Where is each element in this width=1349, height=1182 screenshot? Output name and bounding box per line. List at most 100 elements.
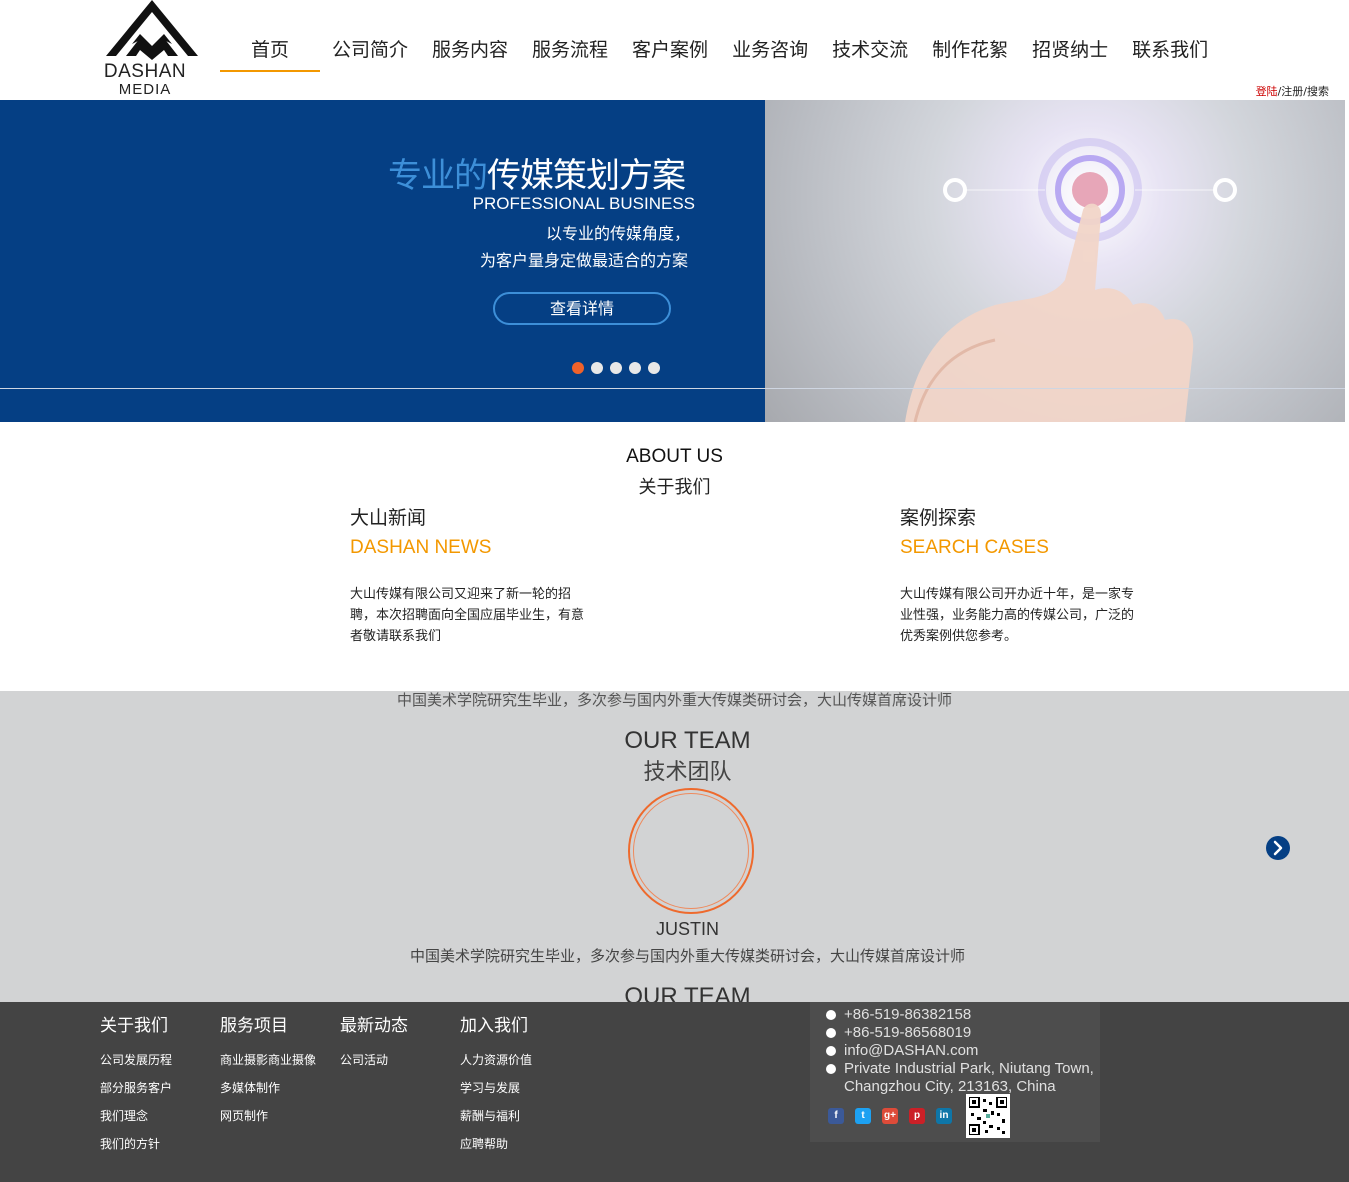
address-text: Private Industrial Park, Niutang Town, Ch… xyxy=(844,1060,1094,1096)
location-icon xyxy=(826,1064,836,1074)
news-column: 大山新闻 DASHAN NEWS 大山传媒有限公司又迎来了新一轮的招聘，本次招聘… xyxy=(350,505,610,647)
nav-company-intro[interactable]: 公司简介 xyxy=(320,30,420,72)
search-link[interactable]: /搜索 xyxy=(1303,85,1329,98)
main-nav: 首页 公司简介 服务内容 服务流程 客户案例 业务咨询 技术交流 制作花絮 招贤… xyxy=(220,30,1220,72)
team-title-cn: 技术团队 xyxy=(643,760,732,785)
nav-behind-scenes[interactable]: 制作花絮 xyxy=(920,30,1020,72)
social-links: f t g+ p in xyxy=(828,1108,952,1124)
news-title-en[interactable]: DASHAN NEWS xyxy=(350,533,610,563)
nav-client-cases[interactable]: 客户案例 xyxy=(620,30,720,72)
footer-link[interactable]: 学习与发展 xyxy=(460,1074,580,1102)
email-icon xyxy=(826,1046,836,1056)
contact-phone-1: +86-519-86382158 xyxy=(826,1006,1094,1024)
login-link[interactable]: 登陆 xyxy=(1256,85,1278,98)
team-next-button[interactable] xyxy=(1266,836,1290,860)
logo-sub: MEDIA xyxy=(118,81,172,98)
address-line-1: Private Industrial Park, Niutang Town, xyxy=(844,1060,1094,1077)
googleplus-icon[interactable]: g+ xyxy=(882,1108,898,1124)
slider-dot-4[interactable] xyxy=(629,362,641,374)
footer-link[interactable]: 我们理念 xyxy=(100,1102,220,1130)
footer-link[interactable]: 商业摄影商业摄像 xyxy=(220,1046,340,1074)
logo-name: DASHAN xyxy=(103,61,187,82)
cases-title-en[interactable]: SEARCH CASES xyxy=(900,533,1160,563)
banner-photo-touch xyxy=(765,100,1345,422)
footer-col-title: 加入我们 xyxy=(460,1016,528,1036)
cases-text: 大山传媒有限公司开办近十年，是一家专业性强，业务能力高的传媒公司，广泛的优秀案例… xyxy=(900,587,1135,644)
footer-col-title: 服务项目 xyxy=(220,1016,288,1036)
footer-link[interactable]: 网页制作 xyxy=(220,1102,340,1130)
contact-phone-2: +86-519-86568019 xyxy=(826,1024,1094,1042)
nav-tech-exchange[interactable]: 技术交流 xyxy=(820,30,920,72)
cases-column: 案例探索 SEARCH CASES 大山传媒有限公司开办近十年，是一家专业性强，… xyxy=(900,505,1160,647)
footer-link[interactable]: 多媒体制作 xyxy=(220,1074,340,1102)
team-next-title: OUR TEAM xyxy=(624,983,751,1002)
footer: 关于我们 公司发展历程 部分服务客户 我们理念 我们的方针 服务项目 商业摄影商… xyxy=(0,1002,1349,1182)
footer-col-services: 服务项目 商业摄影商业摄像 多媒体制作 网页制作 xyxy=(220,1014,340,1130)
linkedin-icon[interactable]: in xyxy=(936,1108,952,1124)
nav-consulting[interactable]: 业务咨询 xyxy=(720,30,820,72)
nav-home[interactable]: 首页 xyxy=(220,30,320,72)
footer-link[interactable]: 薪酬与福利 xyxy=(460,1102,580,1130)
touch-hand-icon xyxy=(905,138,1237,422)
view-details-button[interactable]: 查看详情 xyxy=(493,292,671,325)
slider-dot-2[interactable] xyxy=(591,362,603,374)
footer-col-news: 最新动态 公司活动 xyxy=(340,1014,460,1074)
contact-email: info@DASHAN.com xyxy=(826,1042,1094,1060)
team-member-name: JUSTIN xyxy=(656,919,719,939)
banner-title-highlight: 专业的 xyxy=(388,156,488,196)
header: DASHAN MEDIA 首页 公司简介 服务内容 服务流程 客户案例 业务咨询… xyxy=(0,0,1349,100)
contact-info: +86-519-86382158 +86-519-86568019 info@D… xyxy=(826,1006,1094,1096)
slider-dot-5[interactable] xyxy=(648,362,660,374)
chevron-right-icon xyxy=(1273,840,1283,856)
banner-line-1: 以专业的传媒角度， xyxy=(545,224,690,243)
address-line-2: Changzhou City, 213163, China xyxy=(844,1078,1056,1095)
footer-col-join: 加入我们 人力资源价值 学习与发展 薪酬与福利 应聘帮助 xyxy=(460,1014,580,1158)
banner-divider xyxy=(0,388,1345,389)
nav-services[interactable]: 服务内容 xyxy=(420,30,520,72)
news-title-cn[interactable]: 大山新闻 xyxy=(350,505,610,531)
nav-service-process[interactable]: 服务流程 xyxy=(520,30,620,72)
mountain-logo-icon xyxy=(106,0,198,60)
footer-link[interactable]: 我们的方针 xyxy=(100,1130,220,1158)
cases-title-cn[interactable]: 案例探索 xyxy=(900,505,1160,531)
team-section: 中国美术学院研究生毕业，多次参与国内外重大传媒类研讨会，大山传媒首席设计师 OU… xyxy=(0,691,1349,1002)
nav-recruitment[interactable]: 招贤纳士 xyxy=(1020,30,1120,72)
qr-code-icon xyxy=(968,1096,1008,1136)
pinterest-icon[interactable]: p xyxy=(909,1108,925,1124)
banner-line-2: 为客户量身定做最适合的方案 xyxy=(479,251,688,270)
footer-link[interactable]: 部分服务客户 xyxy=(100,1074,220,1102)
phone-2-text: +86-519-86568019 xyxy=(844,1024,972,1041)
team-member-desc: 中国美术学院研究生毕业，多次参与国内外重大传媒类研讨会，大山传媒首席设计师 xyxy=(409,947,965,965)
logo[interactable]: DASHAN MEDIA xyxy=(100,0,200,100)
hero-banner: 专业的传媒策划方案 PROFESSIONAL BUSINESS 以专业的传媒角度… xyxy=(0,100,1345,422)
phone-icon xyxy=(826,1028,836,1038)
footer-link[interactable]: 公司活动 xyxy=(340,1046,460,1074)
qr-code xyxy=(966,1094,1010,1138)
footer-col-about: 关于我们 公司发展历程 部分服务客户 我们理念 我们的方针 xyxy=(100,1014,220,1158)
auth-links: 登陆/注册/搜索 xyxy=(1256,83,1329,99)
twitter-icon[interactable]: t xyxy=(855,1108,871,1124)
banner-subtitle: PROFESSIONAL BUSINESS xyxy=(472,194,695,213)
contact-address: Private Industrial Park, Niutang Town, Ch… xyxy=(826,1060,1094,1096)
email-text[interactable]: info@DASHAN.com xyxy=(844,1042,978,1060)
banner-title: 专业的传媒策划方案 xyxy=(388,148,686,197)
about-title-en: ABOUT US xyxy=(626,446,723,467)
footer-col-title: 关于我们 xyxy=(100,1016,168,1036)
footer-link[interactable]: 公司发展历程 xyxy=(100,1046,220,1074)
about-title-cn: 关于我们 xyxy=(638,477,711,498)
phone-1-text: +86-519-86382158 xyxy=(844,1006,972,1023)
team-prev-desc: 中国美术学院研究生毕业，多次参与国内外重大传媒类研讨会，大山传媒首席设计师 xyxy=(396,691,952,709)
footer-link[interactable]: 应聘帮助 xyxy=(460,1130,580,1158)
facebook-icon[interactable]: f xyxy=(828,1108,844,1124)
slider-dot-3[interactable] xyxy=(610,362,622,374)
slider-dot-1[interactable] xyxy=(572,362,584,374)
footer-link[interactable]: 人力资源价值 xyxy=(460,1046,580,1074)
team-title-en: OUR TEAM xyxy=(624,727,751,754)
news-text: 大山传媒有限公司又迎来了新一轮的招聘，本次招聘面向全国应届毕业生，有意者敬请联系… xyxy=(350,587,585,644)
nav-contact[interactable]: 联系我们 xyxy=(1120,30,1220,72)
team-member-avatar xyxy=(628,788,754,914)
footer-col-title: 最新动态 xyxy=(340,1016,408,1036)
banner-title-rest: 传媒策划方案 xyxy=(487,156,686,196)
register-link[interactable]: /注册 xyxy=(1278,85,1304,98)
phone-icon xyxy=(826,1010,836,1020)
